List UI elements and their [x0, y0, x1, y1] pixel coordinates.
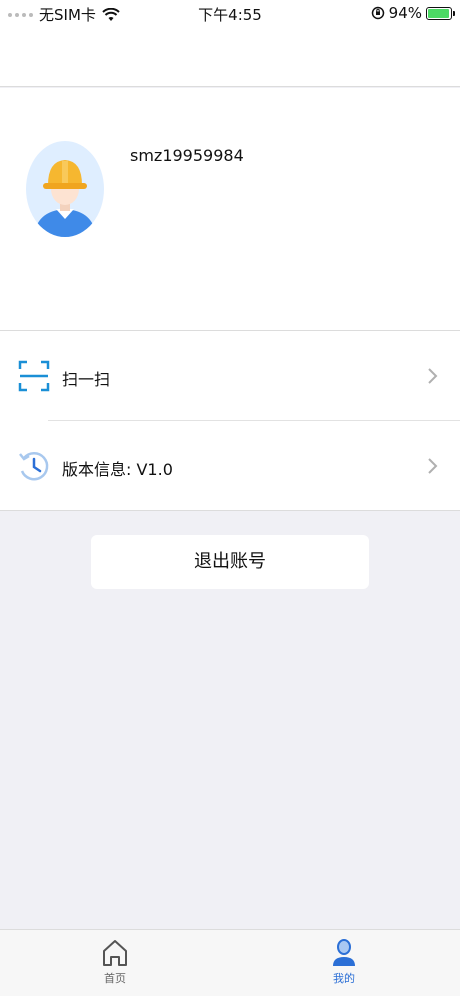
version-label: 版本信息: V1.0: [62, 460, 173, 479]
version-history-icon: [19, 451, 49, 481]
battery-icon: [426, 6, 455, 20]
username: smz19959984: [130, 146, 244, 165]
avatar[interactable]: [26, 141, 104, 237]
nav-bar: [0, 28, 460, 87]
tab-bar: 首页 我的: [0, 929, 460, 996]
menu-item-scan[interactable]: 扫一扫: [0, 331, 460, 421]
user-icon: [333, 939, 355, 966]
tab-mine-label: 我的: [333, 972, 355, 985]
home-icon: [103, 940, 127, 966]
scan-icon: [18, 360, 50, 392]
tab-home[interactable]: 首页: [85, 938, 145, 986]
scan-label: 扫一扫: [62, 370, 111, 389]
tab-mine[interactable]: 我的: [314, 938, 374, 986]
worker-avatar-icon: [34, 160, 96, 237]
battery-percent: 94%: [388, 4, 422, 22]
orientation-lock-icon: [371, 6, 384, 20]
status-bar: 无SIM卡 下午4:55 94%: [0, 0, 460, 28]
chevron-right-icon: [428, 458, 438, 474]
menu-item-version[interactable]: 版本信息: V1.0: [0, 421, 460, 511]
tab-home-label: 首页: [104, 972, 126, 985]
chevron-right-icon: [428, 368, 438, 384]
status-right: 94%: [371, 4, 455, 22]
logout-button[interactable]: 退出账号: [91, 535, 369, 589]
menu-list: 扫一扫 版本信息: V1.0: [0, 331, 460, 511]
profile-section: smz19959984: [0, 88, 460, 331]
